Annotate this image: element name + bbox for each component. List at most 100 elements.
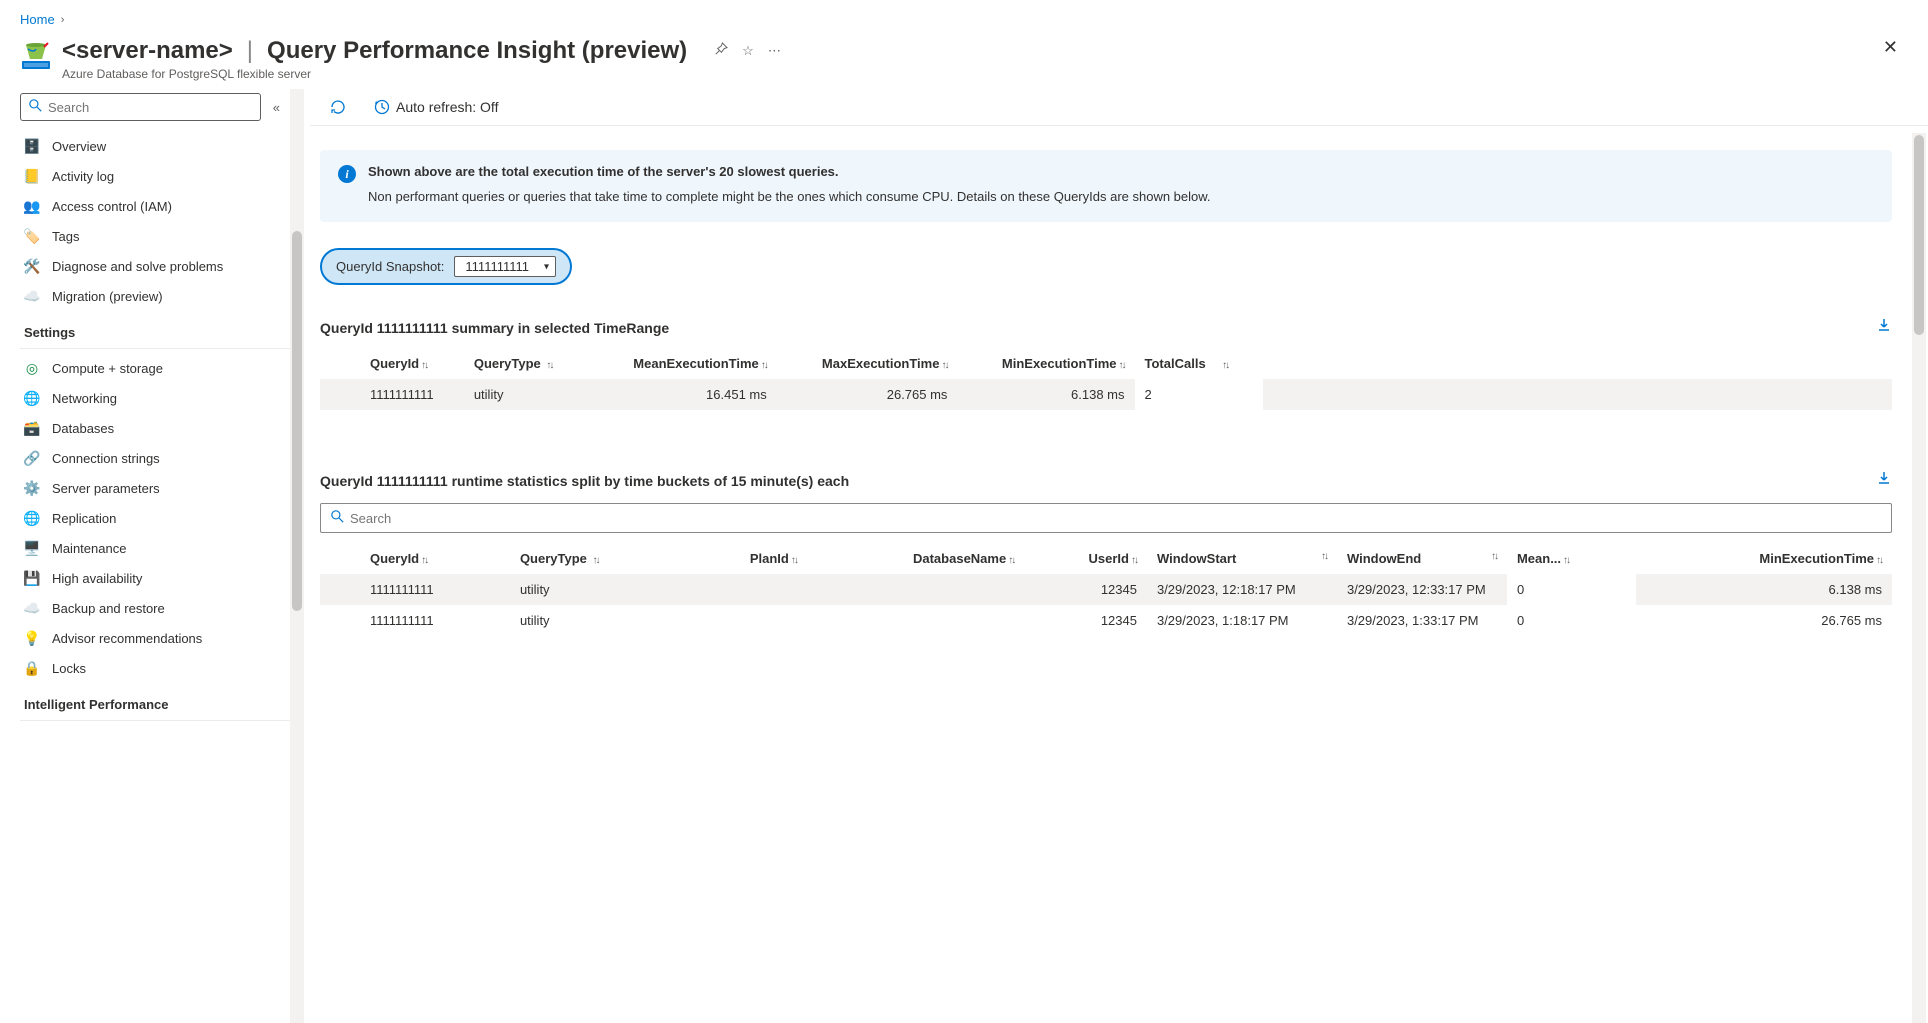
pin-icon[interactable]	[713, 42, 728, 60]
chevron-right-icon: ›	[61, 14, 65, 26]
sidebar-item[interactable]: 💡Advisor recommendations	[20, 623, 290, 653]
info-title: Shown above are the total execution time…	[368, 164, 1211, 179]
sidebar-item-label: Compute + storage	[52, 361, 163, 376]
rcol-planid[interactable]: PlanId↑↓	[687, 543, 807, 574]
summary-row[interactable]: 1111111111 utility 16.451 ms 26.765 ms 6…	[320, 379, 1892, 410]
star-icon[interactable]: ☆	[742, 43, 754, 59]
col-queryid[interactable]: QueryId↑↓	[360, 348, 464, 379]
refresh-button[interactable]	[330, 99, 346, 115]
sidebar-item-label: Replication	[52, 511, 116, 526]
runtime-table: QueryId↑↓ QueryType ↑↓ PlanId↑↓ Database…	[320, 543, 1892, 636]
sidebar-item-label: Tags	[52, 229, 79, 244]
close-icon[interactable]: ✕	[1873, 37, 1908, 58]
sidebar-item-icon: 🌐	[24, 390, 40, 406]
sidebar-section-intelligent: Intelligent Performance	[20, 683, 290, 718]
sidebar-item[interactable]: 🌐 Networking	[20, 383, 290, 413]
runtime-row[interactable]: 1111111111 utility 12345 3/29/2023, 1:18…	[320, 605, 1892, 636]
runtime-row[interactable]: 1111111111 utility 12345 3/29/2023, 12:1…	[320, 574, 1892, 605]
sidebar-item-icon: 🌐	[24, 510, 40, 526]
sidebar-item[interactable]: 🏷️ Tags	[20, 221, 290, 251]
sidebar-item[interactable]: ☁️ Backup and restore	[20, 593, 290, 623]
sidebar-item[interactable]: 💾 High availability	[20, 563, 290, 593]
rcol-wstart[interactable]: WindowStart↑↓	[1147, 543, 1337, 574]
sidebar-item[interactable]: 📒Activity log	[20, 161, 290, 191]
sidebar-item-label: Connection strings	[52, 451, 160, 466]
col-mean[interactable]: MeanExecutionTime↑↓	[586, 348, 777, 379]
sidebar-item-label: Access control (IAM)	[52, 199, 172, 214]
sidebar-item-label: Maintenance	[52, 541, 126, 556]
col-max[interactable]: MaxExecutionTime↑↓	[777, 348, 958, 379]
sidebar-item-icon: 🗃️	[24, 420, 40, 436]
content-scrollbar[interactable]	[1912, 133, 1926, 1023]
runtime-search-input[interactable]	[350, 511, 1881, 526]
download-runtime-icon[interactable]	[1876, 470, 1892, 491]
sidebar-item-icon: 🔒	[24, 660, 40, 676]
sidebar-item[interactable]: 🛠️Diagnose and solve problems	[20, 251, 290, 281]
summary-table: QueryId↑↓ QueryType ↑↓ MeanExecutionTime…	[320, 348, 1892, 410]
collapse-sidebar-icon[interactable]: «	[273, 100, 280, 115]
sidebar-scrollbar[interactable]	[290, 89, 304, 1023]
rcol-queryid[interactable]: QueryId↑↓	[360, 543, 510, 574]
sidebar-scrollbar-thumb[interactable]	[292, 231, 302, 611]
sidebar-item[interactable]: ◎ Compute + storage	[20, 353, 290, 383]
sidebar-item-icon: ◎	[24, 360, 40, 376]
sidebar-item-icon: 🖥️	[24, 540, 40, 556]
sidebar-item-icon: ☁️	[24, 600, 40, 616]
rcol-querytype[interactable]: QueryType ↑↓	[510, 543, 687, 574]
col-querytype[interactable]: QueryType ↑↓	[464, 348, 586, 379]
rcol-min[interactable]: MinExecutionTime↑↓	[1636, 543, 1892, 574]
sidebar-item[interactable]: 👥 Access control (IAM)	[20, 191, 290, 221]
sidebar-item-label: Advisor recommendations	[52, 631, 202, 646]
sidebar-item[interactable]: 🔒 Locks	[20, 653, 290, 683]
sidebar-item-label: Backup and restore	[52, 601, 165, 616]
col-min[interactable]: MinExecutionTime↑↓	[957, 348, 1134, 379]
sidebar-item[interactable]: 🖥️ Maintenance	[20, 533, 290, 563]
resource-type-subtitle: Azure Database for PostgreSQL flexible s…	[62, 67, 1873, 81]
postgresql-server-icon	[20, 41, 52, 73]
search-icon	[331, 510, 344, 526]
search-icon	[29, 99, 42, 115]
sidebar-item-label: Overview	[52, 139, 106, 154]
download-summary-icon[interactable]	[1876, 317, 1892, 338]
auto-refresh-button[interactable]: Auto refresh: Off	[374, 99, 498, 115]
content-scrollbar-thumb[interactable]	[1914, 135, 1924, 335]
sidebar-item[interactable]: ⚙️Server parameters	[20, 473, 290, 503]
sidebar-item[interactable]: 🗄️ Overview	[20, 131, 290, 161]
sidebar-item-icon: 👥	[24, 198, 40, 214]
sidebar-search-input[interactable]	[48, 100, 252, 115]
rcol-user[interactable]: UserId↑↓	[1024, 543, 1147, 574]
info-body: Non performant queries or queries that t…	[368, 189, 1211, 204]
sidebar-item-label: High availability	[52, 571, 142, 586]
sidebar-search[interactable]	[20, 93, 261, 121]
sidebar-item-icon: 🗄️	[24, 138, 40, 154]
sidebar-item[interactable]: ☁️Migration (preview)	[20, 281, 290, 311]
sidebar-item-label: Diagnose and solve problems	[52, 259, 223, 274]
sidebar-item[interactable]: 🌐 Replication	[20, 503, 290, 533]
sidebar-item-icon: ⚙️	[24, 480, 40, 496]
sidebar-item-icon: 📒	[24, 168, 40, 184]
sidebar-item-label: Locks	[52, 661, 86, 676]
sidebar-item-label: Networking	[52, 391, 117, 406]
runtime-heading: QueryId 1111111111 runtime statistics sp…	[320, 473, 849, 489]
breadcrumb-home[interactable]: Home	[20, 12, 55, 27]
sidebar-item[interactable]: 🔗Connection strings	[20, 443, 290, 473]
auto-refresh-label: Auto refresh: Off	[396, 99, 498, 115]
server-name-title: <server-name>	[62, 37, 233, 65]
info-banner: i Shown above are the total execution ti…	[320, 150, 1892, 222]
summary-heading: QueryId 1111111111 summary in selected T…	[320, 320, 669, 336]
sidebar-item-icon: 💾	[24, 570, 40, 586]
snapshot-dropdown[interactable]: 1111111111 ▾	[454, 256, 556, 277]
sidebar-item-label: Databases	[52, 421, 114, 436]
rcol-mean[interactable]: Mean...↑↓	[1507, 543, 1636, 574]
page-header: <server-name> | Query Performance Insigh…	[0, 33, 1928, 89]
chevron-down-icon: ▾	[544, 261, 549, 272]
rcol-wend[interactable]: WindowEnd↑↓	[1337, 543, 1507, 574]
rcol-db[interactable]: DatabaseName↑↓	[807, 543, 1024, 574]
sidebar-item-icon: 🏷️	[24, 228, 40, 244]
breadcrumb: Home ›	[0, 0, 1928, 33]
sidebar-item[interactable]: 🗃️ Databases	[20, 413, 290, 443]
page-title: Query Performance Insight (preview)	[267, 37, 687, 65]
runtime-search[interactable]	[320, 503, 1892, 533]
col-total[interactable]: TotalCalls ↑↓	[1135, 348, 1264, 379]
more-icon[interactable]: ⋯	[768, 43, 781, 59]
